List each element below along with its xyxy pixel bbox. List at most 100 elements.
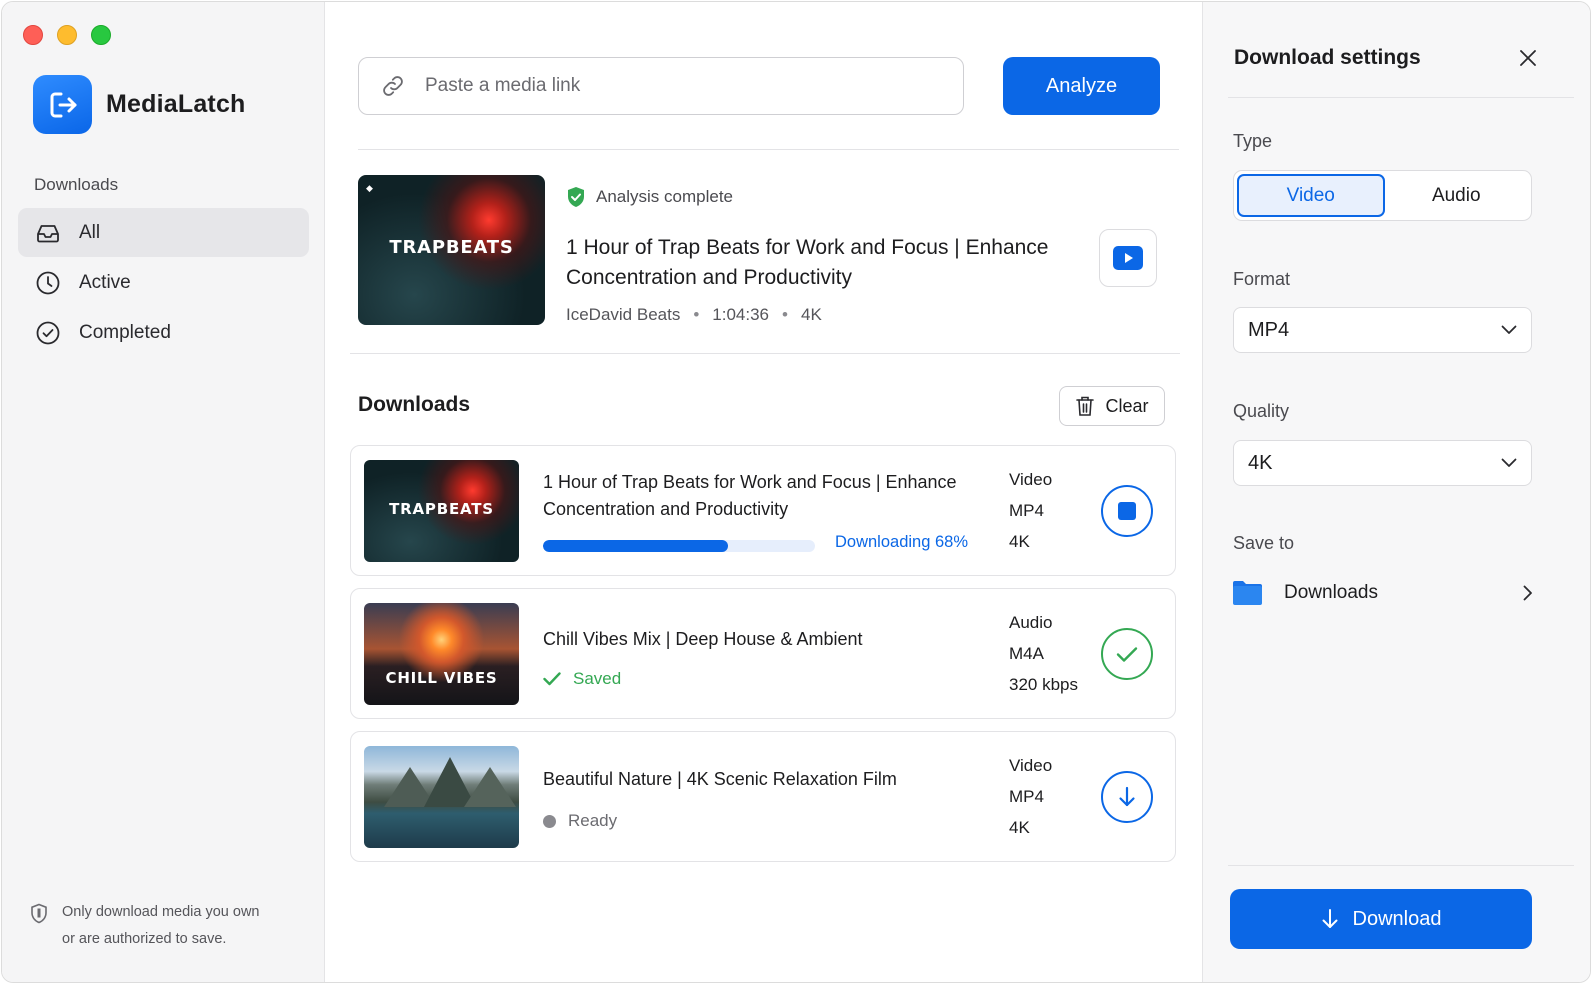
minimize-window-button[interactable] [57, 25, 77, 45]
trash-icon [1076, 396, 1095, 416]
status-dot-icon [543, 814, 556, 828]
chevron-down-icon [1501, 325, 1517, 334]
app-name: MediaLatch [106, 90, 246, 118]
analysis-status: Analysis complete [566, 186, 733, 208]
download-specs: Video MP4 4K [1009, 750, 1052, 843]
preview-meta: IceDavid Beats • 1:04:36 • 4K [566, 305, 822, 325]
sidebar: MediaLatch Downloads All Active Complete… [2, 2, 325, 982]
preview-title: 1 Hour of Trap Beats for Work and Focus … [566, 236, 1049, 289]
analyze-button[interactable]: Analyze [1003, 57, 1160, 115]
download-button-label: Download [1352, 907, 1442, 930]
legal-note: Only download media you own or are autho… [30, 899, 259, 953]
download-settings-panel: Download settings Type Video Audio Forma… [1202, 2, 1590, 982]
format-value: MP4 [1248, 318, 1290, 341]
stop-download-button[interactable] [1101, 485, 1153, 537]
chevron-right-icon [1523, 585, 1532, 600]
downloads-heading: Downloads [358, 393, 471, 416]
quality-select[interactable]: 4K [1233, 440, 1532, 486]
download-status: Ready [568, 811, 618, 830]
divider [358, 149, 1179, 150]
type-option-audio[interactable]: Audio [1385, 174, 1529, 217]
media-link-input[interactable] [425, 75, 905, 97]
download-format: MP4 [1009, 501, 1044, 520]
sidebar-item-all[interactable]: All [18, 208, 309, 257]
arrow-down-icon [1322, 909, 1338, 928]
thumbnail-label: CHILL VIBES [385, 669, 498, 687]
download-title: 1 Hour of Trap Beats for Work and Focus … [543, 472, 957, 519]
quality-label: Quality [1233, 401, 1290, 421]
download-quality: 4K [1009, 532, 1030, 551]
start-download-button[interactable] [1101, 771, 1153, 823]
legal-note-line2: or are authorized to save. [62, 931, 227, 947]
type-label: Type [1233, 131, 1273, 151]
shield-icon [31, 903, 47, 924]
sidebar-item-active[interactable]: Active [18, 258, 309, 307]
check-circle-icon [36, 321, 60, 344]
download-format: M4A [1009, 644, 1044, 663]
sidebar-item-label: All [79, 221, 101, 243]
download-thumbnail: CHILL VIBES [364, 603, 519, 705]
clear-button[interactable]: Clear [1059, 386, 1165, 426]
download-progress-fill [543, 540, 728, 552]
verified-shield-icon [568, 187, 584, 207]
inbox-icon [37, 224, 59, 242]
download-type: Video [1009, 756, 1053, 775]
download-thumbnail [364, 746, 519, 848]
chevron-down-icon [1501, 458, 1517, 467]
close-panel-button[interactable] [1517, 47, 1539, 69]
zoom-window-button[interactable] [91, 25, 111, 45]
download-title: Beautiful Nature | 4K Scenic Relaxation … [543, 769, 897, 789]
download-specs: Video MP4 4K [1009, 464, 1052, 557]
media-link-field[interactable] [358, 57, 964, 115]
meta-separator: • [782, 305, 788, 324]
preview-duration: 1:04:36 [712, 305, 770, 324]
panel-title: Download settings [1234, 46, 1421, 69]
preview-channel: IceDavid Beats [566, 305, 681, 324]
play-icon [1113, 246, 1143, 270]
play-preview-button[interactable] [1099, 229, 1157, 287]
thumbnail-label: TRAPBEATS [389, 500, 494, 518]
open-saved-button[interactable] [1101, 628, 1153, 680]
divider [350, 353, 1180, 354]
download-format: MP4 [1009, 787, 1044, 806]
download-status-row: Ready [543, 811, 617, 831]
arrow-down-icon [1119, 786, 1135, 807]
preview-thumbnail: ◆ TRAPBEATS [358, 175, 545, 325]
type-option-video[interactable]: Video [1237, 174, 1385, 217]
app-logo-icon [33, 75, 92, 134]
close-icon [1520, 50, 1536, 66]
sidebar-item-completed[interactable]: Completed [18, 308, 309, 357]
download-item: Beautiful Nature | 4K Scenic Relaxation … [350, 731, 1176, 862]
close-window-button[interactable] [23, 25, 43, 45]
format-label: Format [1233, 269, 1291, 289]
quality-value: 4K [1248, 451, 1273, 474]
sidebar-item-label: Completed [79, 321, 171, 343]
download-quality: 4K [1009, 818, 1030, 837]
analysis-status-text: Analysis complete [596, 187, 734, 206]
save-location-picker[interactable]: Downloads [1233, 580, 1533, 605]
download-type: Video [1009, 470, 1053, 489]
thumbnail-mountain [464, 767, 516, 808]
sidebar-item-label: Active [79, 271, 131, 293]
type-segmented-control: Video Audio [1233, 170, 1532, 221]
link-icon [383, 76, 403, 96]
meta-separator: • [693, 305, 700, 324]
check-icon [543, 672, 561, 686]
window-controls [23, 25, 111, 45]
download-quality: 320 kbps [1009, 675, 1078, 694]
divider [1228, 865, 1574, 866]
check-icon [1116, 646, 1138, 662]
legal-note-line1: Only download media you own [62, 904, 260, 920]
format-select[interactable]: MP4 [1233, 307, 1532, 353]
save-to-label: Save to [1233, 533, 1295, 553]
download-status-row: Saved [543, 669, 621, 689]
download-type: Audio [1009, 613, 1053, 632]
download-button[interactable]: Download [1230, 889, 1532, 949]
app-window: MediaLatch Downloads All Active Complete… [1, 1, 1591, 983]
thumbnail-label: TRAPBEATS [389, 237, 514, 258]
clock-icon [36, 271, 60, 294]
download-title: Chill Vibes Mix | Deep House & Ambient [543, 629, 863, 649]
divider [1228, 97, 1574, 98]
main-content: Analyze ◆ TRAPBEATS Analysis complete 1 … [325, 2, 1215, 982]
stop-icon [1118, 502, 1136, 520]
